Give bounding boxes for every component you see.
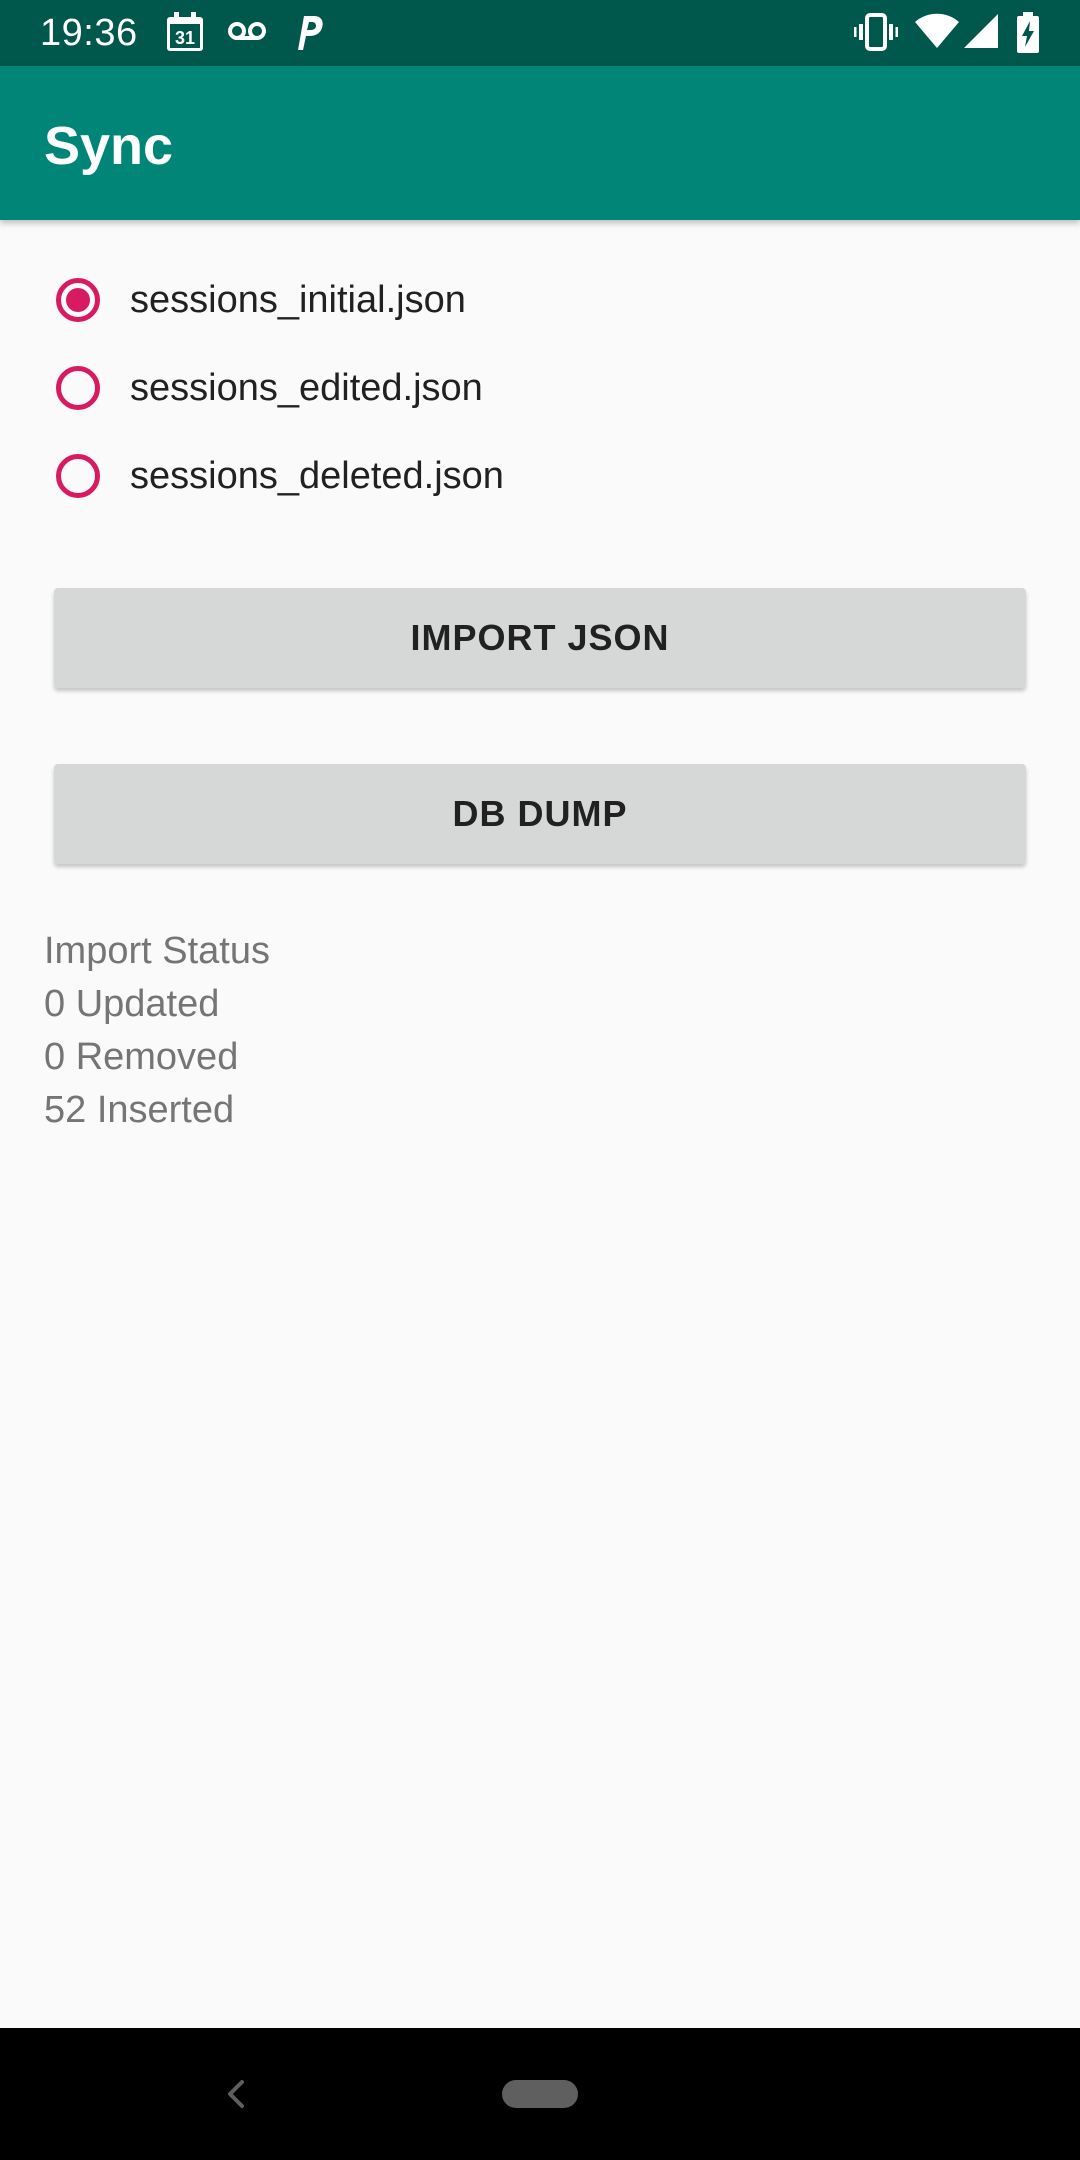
radio-label: sessions_deleted.json [130, 454, 504, 497]
import-status: Import Status 0 Updated 0 Removed 52 Ins… [44, 925, 270, 1137]
signal-icon [962, 12, 1000, 54]
radio-option-sessions-initial[interactable]: sessions_initial.json [56, 265, 1036, 335]
voicemail-icon [228, 20, 266, 62]
radio-button-unchecked[interactable] [56, 454, 100, 498]
navigation-bar [0, 2028, 1080, 2160]
radio-button-checked[interactable] [56, 278, 100, 322]
app-bar: Sync [0, 66, 1080, 220]
import-json-button[interactable]: IMPORT JSON [54, 588, 1026, 688]
wifi-icon [914, 12, 960, 54]
import-status-heading: Import Status [44, 930, 270, 972]
parking-icon [294, 12, 324, 54]
radio-label: sessions_edited.json [130, 366, 483, 409]
db-dump-button[interactable]: DB DUMP [54, 764, 1026, 864]
battery-charging-icon [1016, 12, 1040, 54]
status-time: 19:36 [40, 12, 138, 54]
calendar-day: 31 [175, 28, 195, 48]
page-title: Sync [44, 116, 174, 176]
home-pill-icon[interactable] [502, 2080, 578, 2108]
back-icon[interactable] [222, 2074, 248, 2119]
status-bar: 19:36 31 [0, 0, 1080, 66]
calendar-icon: 31 [166, 12, 204, 54]
radio-option-sessions-deleted[interactable]: sessions_deleted.json [56, 441, 1036, 511]
inserted-count: 52 Inserted [44, 1089, 235, 1131]
radio-label: sessions_initial.json [130, 278, 466, 321]
radio-button-unchecked[interactable] [56, 366, 100, 410]
removed-count: 0 Removed [44, 1036, 239, 1078]
radio-option-sessions-edited[interactable]: sessions_edited.json [56, 353, 1036, 423]
updated-count: 0 Updated [44, 983, 220, 1025]
vibrate-icon [854, 12, 898, 54]
